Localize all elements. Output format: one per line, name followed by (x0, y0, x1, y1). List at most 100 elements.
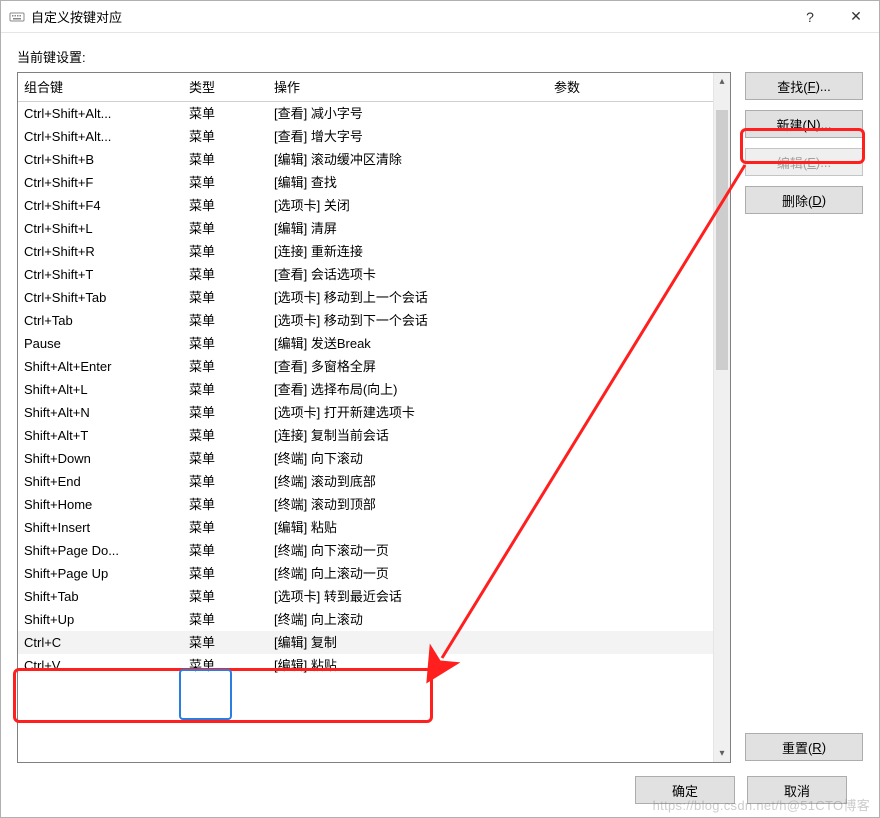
table-row[interactable]: Shift+Home菜单[终端] 滚动到顶部 (18, 493, 713, 516)
cell-op: [选项卡] 打开新建选项卡 (268, 401, 548, 424)
cell-param (548, 401, 713, 424)
cell-param (548, 608, 713, 631)
col-param-header[interactable]: 参数 (548, 73, 713, 102)
scroll-down-icon[interactable]: ▾ (714, 745, 730, 762)
cell-type: 菜单 (183, 447, 268, 470)
table-row[interactable]: Shift+Tab菜单[选项卡] 转到最近会话 (18, 585, 713, 608)
table-row[interactable]: Ctrl+V菜单[编辑] 粘贴 (18, 654, 713, 677)
cell-key: Shift+Tab (18, 585, 183, 608)
cell-key: Shift+Page Up (18, 562, 183, 585)
table-row[interactable]: Ctrl+C菜单[编辑] 复制 (18, 631, 713, 654)
cell-op: [选项卡] 关闭 (268, 194, 548, 217)
table-row[interactable]: Shift+Alt+L菜单[查看] 选择布局(向上) (18, 378, 713, 401)
table-row[interactable]: Ctrl+Shift+F4菜单[选项卡] 关闭 (18, 194, 713, 217)
cell-param (548, 355, 713, 378)
table-row[interactable]: Shift+Down菜单[终端] 向下滚动 (18, 447, 713, 470)
close-button[interactable]: ✕ (833, 1, 879, 33)
cell-op: [终端] 滚动到顶部 (268, 493, 548, 516)
table-row[interactable]: Shift+Alt+Enter菜单[查看] 多窗格全屏 (18, 355, 713, 378)
find-button-label: 查找( (777, 77, 807, 96)
delete-button[interactable]: 删除(D) (745, 186, 863, 214)
cell-type: 菜单 (183, 470, 268, 493)
cell-key: Shift+Alt+Enter (18, 355, 183, 378)
cell-key: Ctrl+Shift+Alt... (18, 102, 183, 126)
reset-button[interactable]: 重置(R) (745, 733, 863, 761)
cell-param (548, 562, 713, 585)
scroll-thumb[interactable] (716, 110, 728, 370)
scroll-track[interactable] (714, 90, 730, 745)
cell-param (548, 631, 713, 654)
cell-type: 菜单 (183, 654, 268, 677)
cell-key: Shift+Insert (18, 516, 183, 539)
table-row[interactable]: Pause菜单[编辑] 发送Break (18, 332, 713, 355)
vertical-scrollbar[interactable]: ▴ ▾ (713, 73, 730, 762)
cell-param (548, 240, 713, 263)
cell-op: [终端] 向上滚动一页 (268, 562, 548, 585)
cell-type: 菜单 (183, 401, 268, 424)
cell-param (548, 424, 713, 447)
table-row[interactable]: Ctrl+Shift+R菜单[连接] 重新连接 (18, 240, 713, 263)
delete-button-label: 删除( (782, 191, 812, 210)
cell-type: 菜单 (183, 286, 268, 309)
table-row[interactable]: Ctrl+Shift+Alt...菜单[查看] 增大字号 (18, 125, 713, 148)
cell-param (548, 171, 713, 194)
table-row[interactable]: Ctrl+Shift+Alt...菜单[查看] 减小字号 (18, 102, 713, 126)
window-title: 自定义按键对应 (31, 7, 787, 26)
title-buttons: ? ✕ (787, 1, 879, 33)
cell-type: 菜单 (183, 263, 268, 286)
col-op-header[interactable]: 操作 (268, 73, 548, 102)
cell-op: [终端] 滚动到底部 (268, 470, 548, 493)
table-row[interactable]: Shift+End菜单[终端] 滚动到底部 (18, 470, 713, 493)
cell-op: [选项卡] 转到最近会话 (268, 585, 548, 608)
col-key-header[interactable]: 组合键 (18, 73, 183, 102)
key-list[interactable]: 组合键 类型 操作 参数 Ctrl+Shift+Alt...菜单[查看] 减小字… (18, 73, 713, 762)
cell-type: 菜单 (183, 171, 268, 194)
cell-param (548, 585, 713, 608)
cell-op: [连接] 重新连接 (268, 240, 548, 263)
table-row[interactable]: Shift+Alt+T菜单[连接] 复制当前会话 (18, 424, 713, 447)
table-row[interactable]: Ctrl+Shift+B菜单[编辑] 滚动缓冲区清除 (18, 148, 713, 171)
cancel-button[interactable]: 取消 (747, 776, 847, 804)
cell-op: [编辑] 粘贴 (268, 516, 548, 539)
table-row[interactable]: Shift+Up菜单[终端] 向上滚动 (18, 608, 713, 631)
table-row[interactable]: Shift+Page Up菜单[终端] 向上滚动一页 (18, 562, 713, 585)
table-header-row: 组合键 类型 操作 参数 (18, 73, 713, 102)
cell-key: Shift+Alt+L (18, 378, 183, 401)
cell-type: 菜单 (183, 332, 268, 355)
cell-type: 菜单 (183, 424, 268, 447)
scroll-up-icon[interactable]: ▴ (714, 73, 730, 90)
table-row[interactable]: Shift+Insert菜单[编辑] 粘贴 (18, 516, 713, 539)
cell-type: 菜单 (183, 102, 268, 126)
cell-key: Ctrl+Shift+Tab (18, 286, 183, 309)
cell-param (548, 263, 713, 286)
cell-key: Ctrl+Shift+F4 (18, 194, 183, 217)
table-row[interactable]: Ctrl+Shift+F菜单[编辑] 查找 (18, 171, 713, 194)
col-type-header[interactable]: 类型 (183, 73, 268, 102)
table-row[interactable]: Ctrl+Shift+T菜单[查看] 会话选项卡 (18, 263, 713, 286)
table-row[interactable]: Shift+Page Do...菜单[终端] 向下滚动一页 (18, 539, 713, 562)
cell-param (548, 102, 713, 126)
edit-button[interactable]: 编辑(E)... (745, 148, 863, 176)
cell-op: [编辑] 清屏 (268, 217, 548, 240)
edit-button-label: 编辑( (777, 153, 807, 172)
cell-type: 菜单 (183, 309, 268, 332)
cell-param (548, 309, 713, 332)
cell-type: 菜单 (183, 125, 268, 148)
cell-param (548, 447, 713, 470)
cell-param (548, 516, 713, 539)
keyboard-icon (9, 9, 25, 25)
cell-op: [编辑] 滚动缓冲区清除 (268, 148, 548, 171)
help-button[interactable]: ? (787, 1, 833, 33)
cell-op: [查看] 减小字号 (268, 102, 548, 126)
find-button[interactable]: 查找(F)... (745, 72, 863, 100)
cell-param (548, 378, 713, 401)
ok-button[interactable]: 确定 (635, 776, 735, 804)
cell-param (548, 217, 713, 240)
table-row[interactable]: Shift+Alt+N菜单[选项卡] 打开新建选项卡 (18, 401, 713, 424)
new-button[interactable]: 新建(N)... (745, 110, 863, 138)
table-row[interactable]: Ctrl+Shift+L菜单[编辑] 清屏 (18, 217, 713, 240)
cell-op: [编辑] 复制 (268, 631, 548, 654)
table-row[interactable]: Ctrl+Shift+Tab菜单[选项卡] 移动到上一个会话 (18, 286, 713, 309)
table-row[interactable]: Ctrl+Tab菜单[选项卡] 移动到下一个会话 (18, 309, 713, 332)
cell-key: Shift+Page Do... (18, 539, 183, 562)
